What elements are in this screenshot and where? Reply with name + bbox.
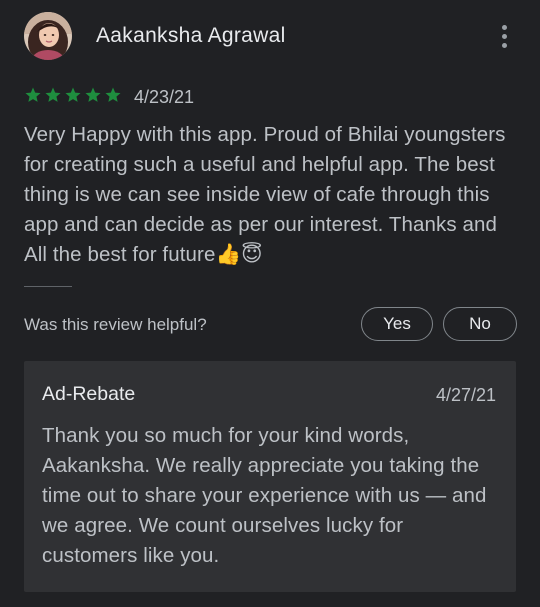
- reviewer-name: Aakanksha Agrawal: [96, 24, 286, 47]
- divider: [24, 286, 72, 287]
- helpful-yes-button[interactable]: Yes: [361, 307, 433, 341]
- review-card: Aakanksha Agrawal 4/23/21 Very Happy wit…: [0, 0, 540, 607]
- more-vertical-icon[interactable]: [488, 18, 520, 54]
- reviewer-avatar[interactable]: [24, 12, 72, 60]
- reply-text: Thank you so much for your kind words, A…: [42, 424, 487, 567]
- review-date: 4/23/21: [134, 87, 195, 107]
- developer-reply: Ad-Rebate 4/27/21 Thank you so much for …: [24, 361, 516, 592]
- reply-date: 4/27/21: [435, 385, 496, 405]
- star-icon: [65, 87, 81, 102]
- helpful-question: Was this review helpful?: [24, 315, 207, 334]
- helpful-no-button[interactable]: No: [443, 307, 517, 341]
- menu-dot: [501, 42, 507, 48]
- star-rating: [24, 86, 122, 104]
- menu-dot: [501, 24, 507, 30]
- review-text: Very Happy with this app. Proud of Bhila…: [24, 123, 506, 266]
- star-icon: [45, 87, 61, 102]
- star-icon: [25, 87, 41, 102]
- star-icon: [105, 87, 121, 102]
- menu-dot: [501, 33, 507, 39]
- user-photo-avatar-icon: [24, 12, 72, 60]
- reply-author: Ad-Rebate: [42, 383, 136, 405]
- star-icon: [85, 87, 101, 102]
